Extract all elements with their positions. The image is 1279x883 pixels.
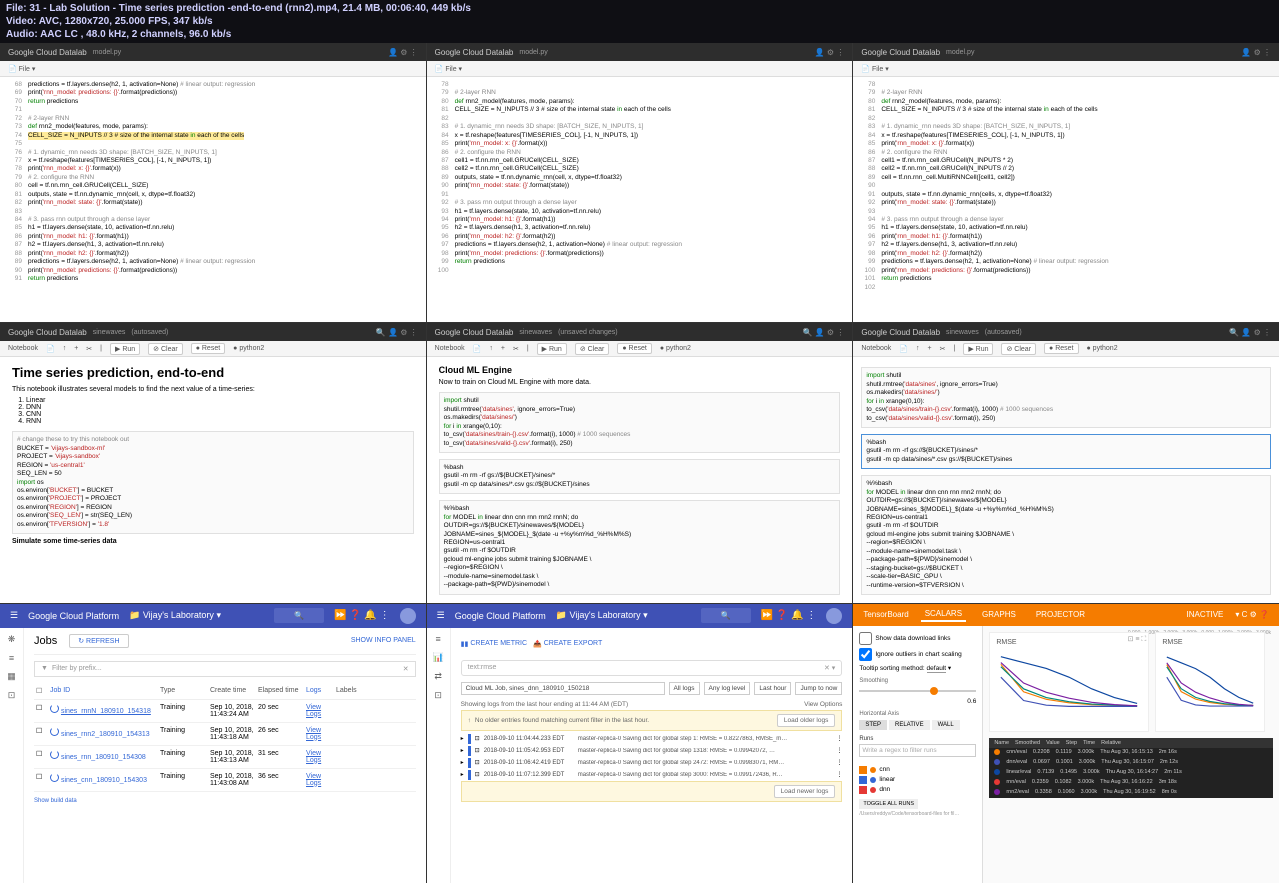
file-chip[interactable]: 📄 File ▾ (8, 65, 35, 73)
runs-filter[interactable]: Write a regex to filter runs (859, 744, 976, 757)
code-editor[interactable]: 68 predictions = tf.layers.dense(h2, 1, … (0, 77, 426, 322)
nb-title: Time series prediction, end-to-end (12, 365, 414, 380)
show-download-chk (859, 632, 872, 645)
notebook-body[interactable]: Time series prediction, end-to-end This … (0, 357, 426, 602)
job-row[interactable]: ☐ sines_rnnN_180910_154318TrainingSep 10… (34, 700, 416, 723)
log-row[interactable]: ▸ ⊡2018-09-10 11:07:12.399 EDTmaster-rep… (461, 769, 843, 781)
search-bar[interactable]: 🔍 (274, 608, 324, 623)
show-info-panel[interactable]: SHOW INFO PANEL (351, 637, 416, 644)
load-newer[interactable]: Load newer logs (774, 785, 836, 798)
create-export-btn[interactable]: 📤 CREATE EXPORT (533, 640, 602, 648)
tab-graphs[interactable]: GRAPHS (978, 608, 1020, 621)
thumb-9: TensorBoardSCALARSGRAPHSPROJECTORINACTIV… (853, 604, 1279, 883)
log-filter[interactable]: text:rmse✕ ▾ (461, 660, 843, 676)
project-picker[interactable]: 📁 Vijay's Laboratory ▾ (129, 610, 221, 621)
log-row[interactable]: ▸ ⊡2018-09-10 11:06:42.419 EDTmaster-rep… (461, 757, 843, 769)
jobs-table: ☐Job IDTypeCreate timeElapsed timeLogsLa… (34, 683, 416, 792)
view-options[interactable]: View Options (804, 701, 842, 708)
code-editor[interactable]: 7879# 2-layer RNN80def rnn2_model(featur… (427, 77, 853, 322)
media-info-header: File: 31 - Lab Solution - Time series pr… (0, 0, 1279, 43)
notebook-body[interactable]: Cloud ML Engine Now to train on Cloud ML… (427, 357, 853, 602)
refresh-btn[interactable]: ↻ REFRESH (69, 634, 128, 648)
thumb-5: Google Cloud Datalabsinewaves(unsaved ch… (427, 323, 853, 602)
page-title: Jobs (34, 635, 57, 647)
toggle-all-runs[interactable]: TOGGLE ALL RUNS (859, 799, 918, 809)
clear-btn[interactable]: ⊘ Clear (148, 343, 183, 355)
datalab-logo: Google Cloud Datalab (8, 48, 87, 57)
log-row[interactable]: ▸ ⊡2018-09-10 11:05:42.953 EDTmaster-rep… (461, 745, 843, 757)
ml-icon[interactable]: ❋ (8, 634, 16, 645)
avatar-icon[interactable] (400, 608, 416, 624)
tb-logo: TensorBoard (863, 610, 908, 619)
code-editor[interactable]: 7879# 2-layer RNN80def rnn2_model(featur… (853, 77, 1279, 322)
thumb-1: Google Cloud Datalabmodel.py👤 ⚙ ⋮ 📄 File… (0, 43, 426, 322)
menu-icon[interactable]: ☰ (10, 610, 18, 621)
load-older[interactable]: Load older logs (777, 714, 835, 727)
create-metric-btn[interactable]: ▮▮ CREATE METRIC (461, 640, 527, 648)
show-build-data[interactable]: Show build data (34, 798, 416, 804)
job-row[interactable]: ☐ sines_rnn2_180910_154313TrainingSep 10… (34, 723, 416, 746)
chart-rmse-1[interactable]: RMSE ⊡ ≡ ⛶ (989, 632, 1149, 732)
thumb-2: Google Cloud Datalabmodel.py👤 ⚙ ⋮ 📄 File… (427, 43, 853, 322)
chart-rmse-2[interactable]: RMSE (1155, 632, 1265, 732)
gcp-sidebar: ❋≡▦⊡ (0, 628, 24, 883)
log-row[interactable]: ▸ ⊡2018-09-10 11:04:44.233 EDTmaster-rep… (461, 733, 843, 745)
thumb-6: Google Cloud Datalabsinewaves(autosaved)… (853, 323, 1279, 602)
tb-topbar: TensorBoardSCALARSGRAPHSPROJECTORINACTIV… (853, 604, 1279, 626)
notebook-btn[interactable]: Notebook (8, 345, 38, 352)
gcp-topbar: ☰Google Cloud Platform📁 Vijay's Laborato… (0, 604, 426, 628)
tb-sidebar: Show data download links Ignore outliers… (853, 626, 983, 883)
ignore-outliers-chk (859, 648, 872, 661)
reset-btn[interactable]: ● Reset (191, 343, 225, 354)
job-row[interactable]: ☐ sines_cnn_180910_154303TrainingSep 10,… (34, 769, 416, 792)
tab-scalars[interactable]: SCALARS (921, 607, 966, 622)
filter-input[interactable]: ▼ Filter by prefix...✕ (34, 661, 416, 677)
thumb-7: ☰Google Cloud Platform📁 Vijay's Laborato… (0, 604, 426, 883)
hax-relative[interactable]: RELATIVE (889, 720, 930, 730)
thumbnail-grid: Google Cloud Datalabmodel.py👤 ⚙ ⋮ 📄 File… (0, 43, 1279, 883)
thumb-3: Google Cloud Datalabmodel.py👤 ⚙ ⋮ 📄 File… (853, 43, 1279, 322)
tb-data-table: NameSmoothedValueStepTimeRelativecnn/eva… (989, 738, 1273, 798)
thumb-4: Google Cloud Datalabsinewaves(autosaved)… (0, 323, 426, 602)
job-row[interactable]: ☐ sines_rnn_180910_154308TrainingSep 10,… (34, 746, 416, 769)
tab-projector[interactable]: PROJECTOR (1032, 608, 1089, 621)
hax-wall[interactable]: WALL (932, 720, 960, 730)
run-btn[interactable]: ▶ Run (110, 343, 140, 355)
notebook-body[interactable]: import shutilshutil.rmtree('data/sines',… (853, 357, 1279, 602)
code-cell[interactable]: # change these to try this notebook outB… (12, 431, 414, 534)
hax-step[interactable]: STEP (859, 720, 887, 730)
thumb-8: ☰Google Cloud Platform📁 Vijay's Laborato… (427, 604, 853, 883)
smoothing-slider[interactable] (859, 690, 976, 692)
log-source[interactable]: Cloud ML Job, sines_dnn_180910_150218 (461, 682, 665, 695)
